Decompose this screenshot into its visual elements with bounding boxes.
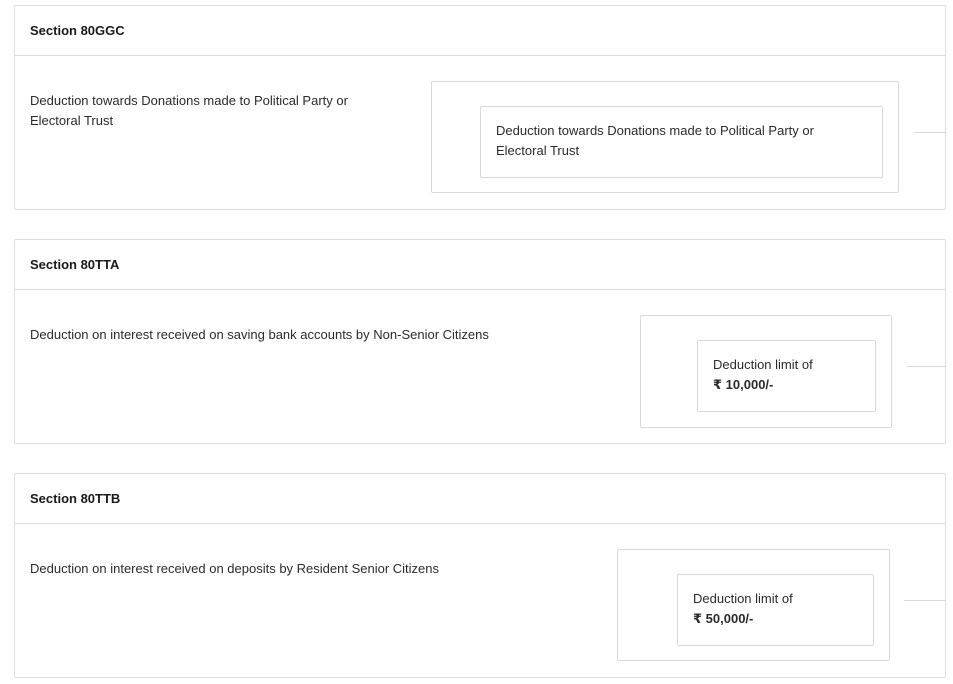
- connector-line: [914, 132, 946, 133]
- section-title: Section 80GGC: [15, 6, 945, 56]
- section-title: Section 80TTA: [15, 240, 945, 290]
- deduction-info-line: Deduction towards Donations made to Poli…: [496, 123, 814, 138]
- deduction-limit-amount: ₹ 10,000/-: [713, 377, 774, 392]
- deduction-limit-box: Deduction limit of ₹ 50,000/-: [677, 574, 874, 646]
- section-body: Deduction towards Donations made to Poli…: [15, 56, 946, 208]
- deduction-limit-box: Deduction limit of ₹ 10,000/-: [697, 340, 876, 412]
- section-card-80ttb: Section 80TTB Deduction on interest rece…: [14, 473, 946, 678]
- connector-line: [907, 366, 946, 367]
- section-description: Deduction on interest received on saving…: [30, 325, 489, 345]
- deduction-limit-label: Deduction limit of: [693, 591, 793, 606]
- deduction-limit-label: Deduction limit of: [713, 357, 813, 372]
- section-body: Deduction on interest received on deposi…: [15, 524, 946, 676]
- section-description: Deduction on interest received on deposi…: [30, 559, 439, 579]
- deduction-outer-box: Deduction limit of ₹ 10,000/-: [640, 315, 892, 428]
- deduction-outer-box: Deduction limit of ₹ 50,000/-: [617, 549, 890, 661]
- deduction-outer-box: Deduction towards Donations made to Poli…: [431, 81, 899, 193]
- deduction-info-box: Deduction towards Donations made to Poli…: [480, 106, 883, 178]
- connector-line: [904, 600, 946, 601]
- deduction-limit-amount: ₹ 50,000/-: [693, 611, 754, 626]
- section-card-80ggc: Section 80GGC Deduction towards Donation…: [14, 5, 946, 210]
- section-card-80tta: Section 80TTA Deduction on interest rece…: [14, 239, 946, 444]
- description-line: Deduction on interest received on saving…: [30, 327, 489, 342]
- description-line: Electoral Trust: [30, 113, 114, 128]
- section-body: Deduction on interest received on saving…: [15, 290, 946, 442]
- description-line: Deduction towards Donations made to Poli…: [30, 93, 348, 108]
- section-description: Deduction towards Donations made to Poli…: [30, 91, 348, 131]
- deduction-info-line: Electoral Trust: [496, 143, 580, 158]
- section-title: Section 80TTB: [15, 474, 945, 524]
- description-line: Deduction on interest received on deposi…: [30, 561, 440, 576]
